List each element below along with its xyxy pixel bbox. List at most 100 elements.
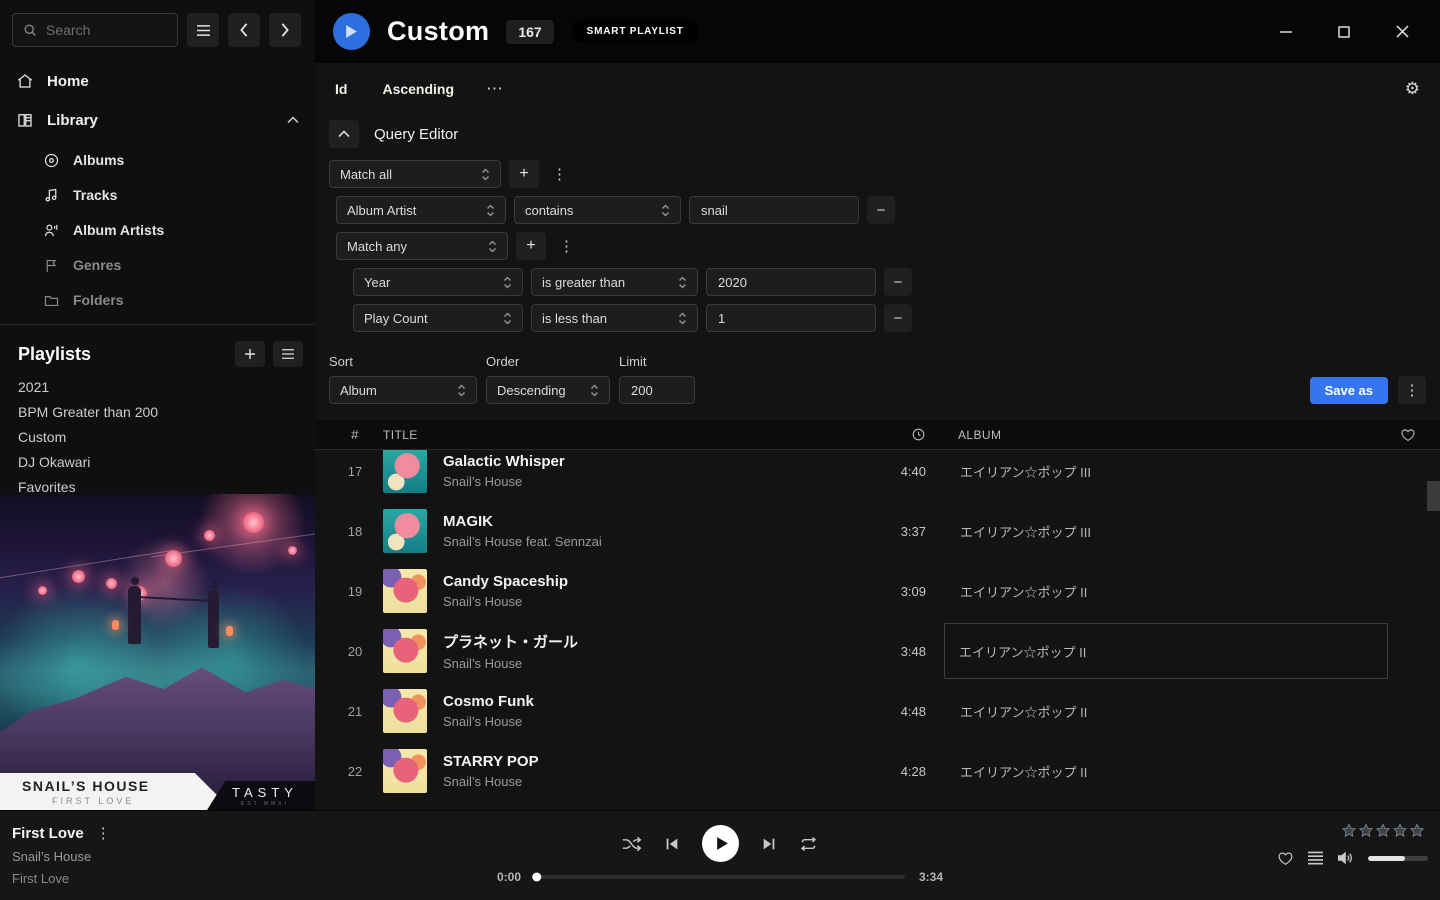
remove-rule-button[interactable]: −	[884, 304, 912, 332]
playlist-list-button[interactable]	[273, 341, 303, 367]
track-artist[interactable]: Snail’s House	[443, 656, 856, 671]
track-artist[interactable]: Snail’s House	[443, 594, 856, 609]
play-playlist-button[interactable]	[333, 13, 370, 50]
column-title[interactable]: TITLE	[383, 428, 856, 442]
track-row[interactable]: 19 Candy Spaceship Snail’s House 3:09 エイ…	[315, 561, 1440, 621]
rule-operator-select[interactable]: is greater than	[531, 268, 698, 296]
track-title[interactable]: プラネット・ガール	[443, 631, 856, 652]
rule-operator-select[interactable]: contains	[514, 196, 681, 224]
track-album[interactable]: エイリアン☆ポップ II	[958, 762, 1388, 781]
star-icon[interactable]	[1409, 823, 1425, 838]
more-options-button[interactable]: ⋯	[486, 79, 504, 99]
maximize-button[interactable]	[1330, 18, 1358, 46]
rule-value-input[interactable]	[706, 304, 876, 332]
seek-bar[interactable]	[535, 875, 905, 879]
next-track-button[interactable]	[761, 836, 777, 852]
sidebar-item-folders[interactable]: Folders	[43, 289, 299, 311]
remove-rule-button[interactable]: −	[867, 196, 895, 224]
chevron-up-icon[interactable]	[287, 116, 299, 124]
track-artist[interactable]: Snail’s House	[443, 774, 856, 789]
now-playing-album[interactable]: First Love	[12, 871, 111, 886]
back-button[interactable]	[228, 13, 260, 47]
duration-column-clock-icon[interactable]	[856, 427, 926, 442]
track-row[interactable]: 17 Galactic Whisper Snail’s House 4:40 エ…	[315, 450, 1440, 501]
sort-field-button[interactable]: Id	[335, 81, 347, 97]
volume-icon[interactable]	[1337, 850, 1355, 866]
rule-field-select[interactable]: Year	[353, 268, 523, 296]
sidebar-item-library[interactable]: Library	[16, 108, 299, 132]
gear-icon[interactable]: ⚙	[1405, 79, 1420, 99]
track-title[interactable]: Candy Spaceship	[443, 573, 856, 590]
track-artist[interactable]: Snail’s House	[443, 474, 856, 489]
track-title[interactable]: Cosmo Funk	[443, 693, 856, 710]
match-select[interactable]: Match any	[336, 232, 508, 260]
track-album[interactable]: エイリアン☆ポップ II	[958, 582, 1388, 601]
add-rule-button[interactable]: +	[516, 232, 546, 260]
now-playing-artist[interactable]: Snail’s House	[12, 849, 111, 864]
playlist-item[interactable]: DJ Okawari	[18, 454, 297, 474]
track-title[interactable]: Galactic Whisper	[443, 453, 856, 470]
rule-operator-select[interactable]: is less than	[531, 304, 698, 332]
rating-stars[interactable]	[1341, 823, 1425, 838]
column-album[interactable]: ALBUM	[958, 428, 1388, 442]
rule-value-input[interactable]	[689, 196, 859, 224]
track-album[interactable]: エイリアン☆ポップ III	[958, 522, 1388, 541]
minimize-button[interactable]	[1272, 18, 1300, 46]
track-title[interactable]: MAGIK	[443, 513, 856, 530]
collapse-query-editor-button[interactable]	[329, 120, 359, 148]
sidebar-item-home[interactable]: Home	[16, 69, 299, 93]
playlist-item[interactable]: Custom	[18, 429, 297, 449]
star-icon[interactable]	[1358, 823, 1374, 838]
queue-button[interactable]	[1307, 851, 1324, 866]
menu-button[interactable]	[187, 13, 219, 47]
remove-rule-button[interactable]: −	[884, 268, 912, 296]
track-artist[interactable]: Snail’s House	[443, 714, 856, 729]
track-album[interactable]: エイリアン☆ポップ II	[958, 702, 1388, 721]
column-number[interactable]: #	[327, 427, 383, 442]
track-row[interactable]: 22 STARRY POP Snail’s House 4:28 エイリアン☆ポ…	[315, 741, 1440, 801]
previous-track-button[interactable]	[664, 836, 680, 852]
sort-direction-button[interactable]: Ascending	[382, 81, 454, 97]
forward-button[interactable]	[269, 13, 301, 47]
track-row[interactable]: 21 Cosmo Funk Snail’s House 4:48 エイリアン☆ポ…	[315, 681, 1440, 741]
sidebar-item-tracks[interactable]: Tracks	[43, 184, 299, 206]
track-album-focused-cell[interactable]: エイリアン☆ポップ II	[944, 623, 1388, 679]
playlist-item[interactable]: 2021	[18, 379, 297, 399]
now-playing-kebab-menu[interactable]: ⋮	[96, 824, 111, 842]
group-kebab-menu[interactable]: ⋮	[547, 165, 572, 183]
save-kebab-menu[interactable]: ⋮	[1398, 376, 1426, 404]
track-row[interactable]: 18 MAGIK Snail’s House feat. Sennzai 3:3…	[315, 501, 1440, 561]
track-artist[interactable]: Snail’s House feat. Sennzai	[443, 534, 856, 549]
rule-field-select[interactable]: Play Count	[353, 304, 523, 332]
star-icon[interactable]	[1392, 823, 1408, 838]
track-album[interactable]: エイリアン☆ポップ III	[958, 462, 1388, 481]
track-row[interactable]: 20 プラネット・ガール Snail’s House 3:48 エイリアン☆ポッ…	[315, 621, 1440, 681]
sidebar-item-album-artists[interactable]: Album Artists	[43, 219, 299, 241]
query-sort-select[interactable]: Album	[329, 376, 477, 404]
rule-field-select[interactable]: Album Artist	[336, 196, 506, 224]
favorite-heart-button[interactable]	[1277, 850, 1294, 866]
save-as-button[interactable]: Save as	[1310, 377, 1388, 404]
sidebar-item-albums[interactable]: Albums	[43, 149, 299, 171]
close-button[interactable]	[1388, 18, 1416, 46]
play-pause-button[interactable]	[702, 825, 739, 862]
match-select[interactable]: Match all	[329, 160, 501, 188]
sidebar-item-genres[interactable]: Genres	[43, 254, 299, 276]
favorite-column-heart-icon[interactable]	[1388, 427, 1428, 442]
volume-slider[interactable]	[1368, 856, 1428, 861]
shuffle-button[interactable]	[622, 836, 642, 852]
scrollbar-thumb[interactable]	[1427, 481, 1440, 511]
search-input[interactable]	[46, 22, 156, 38]
track-title[interactable]: STARRY POP	[443, 753, 856, 770]
rule-value-input[interactable]	[706, 268, 876, 296]
playlist-item[interactable]: BPM Greater than 200	[18, 404, 297, 424]
group-kebab-menu[interactable]: ⋮	[554, 237, 579, 255]
seek-handle[interactable]	[532, 873, 541, 882]
star-icon[interactable]	[1375, 823, 1391, 838]
add-playlist-button[interactable]	[235, 341, 265, 367]
add-rule-button[interactable]: +	[509, 160, 539, 188]
query-order-select[interactable]: Descending	[486, 376, 610, 404]
star-icon[interactable]	[1341, 823, 1357, 838]
repeat-button[interactable]	[799, 836, 818, 852]
search-box[interactable]	[12, 13, 178, 47]
